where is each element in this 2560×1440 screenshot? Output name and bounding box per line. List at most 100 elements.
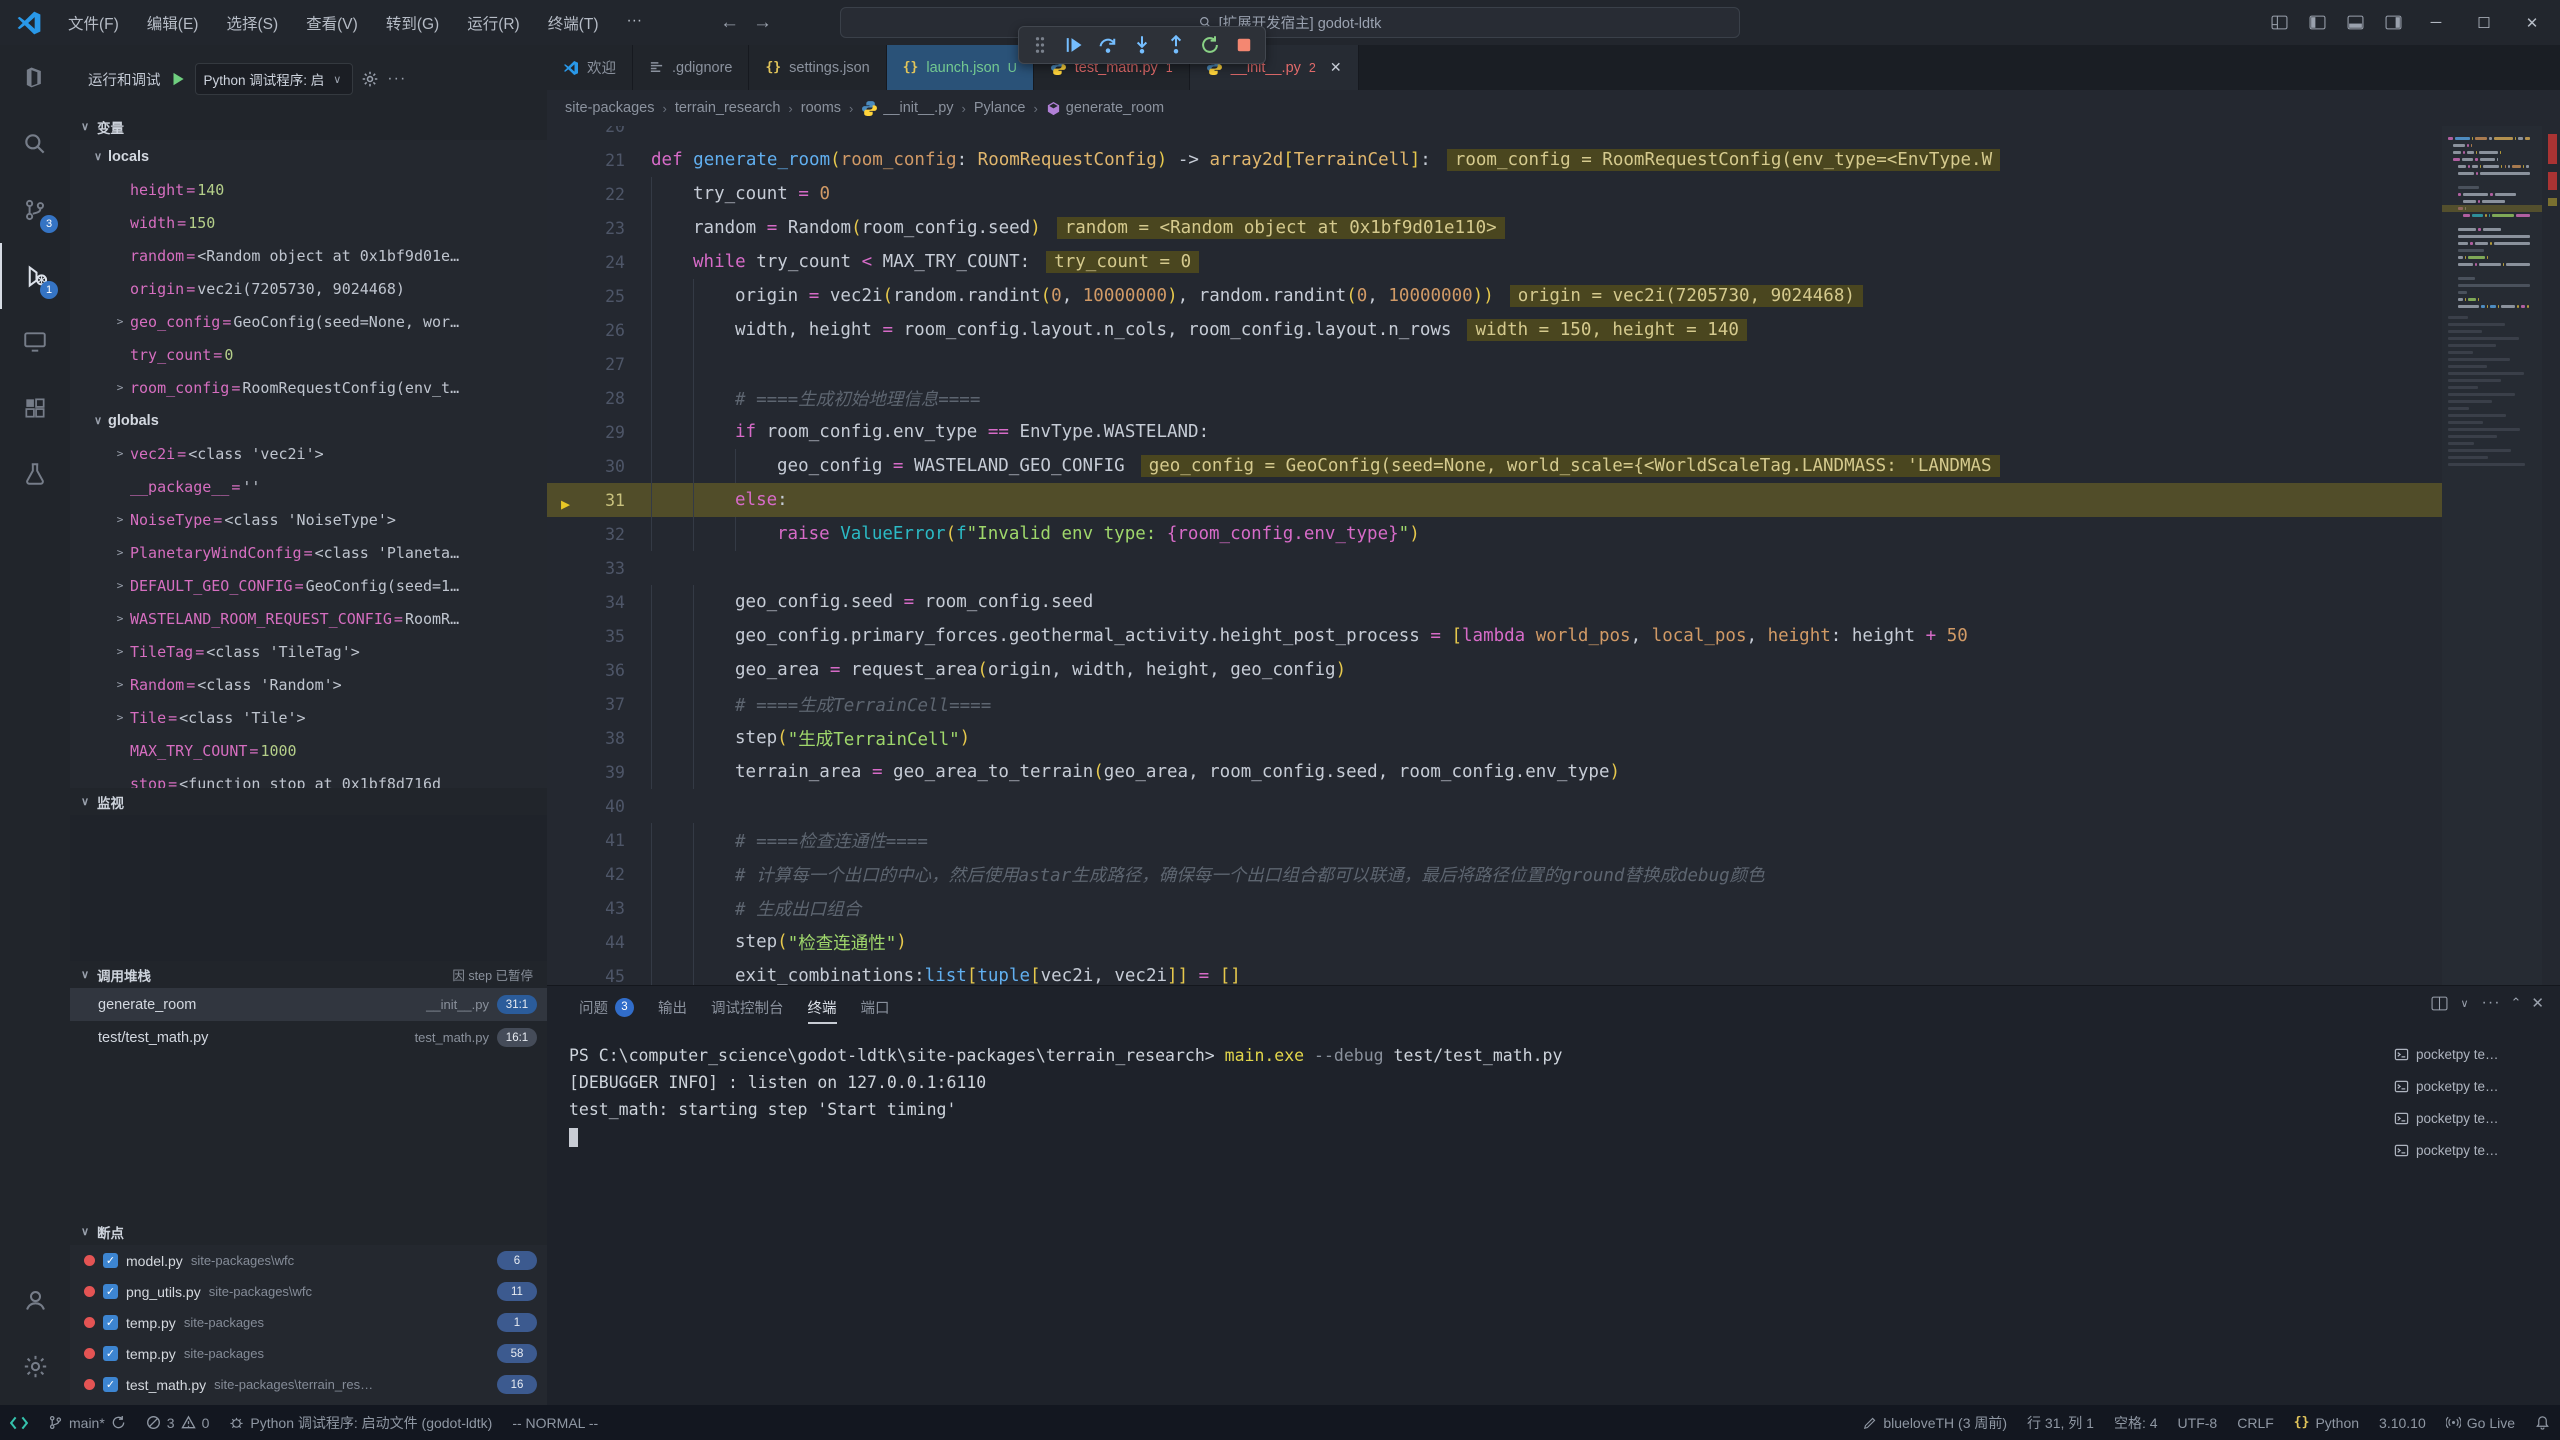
callstack-frame[interactable]: generate_room__init__.py31:1 [70, 988, 547, 1021]
menu-item-0[interactable]: 文件(F) [56, 7, 131, 39]
code-line-33[interactable]: 33 [547, 551, 2442, 585]
breadcrumb-item[interactable]: Pylance [974, 100, 1026, 116]
status----NORMAL---[interactable]: -- NORMAL -- [502, 1405, 608, 1440]
step-out-icon[interactable] [1159, 29, 1193, 61]
back-icon[interactable]: ← [720, 12, 739, 34]
code-line-35[interactable]: 35geo_config.primary_forces.geothermal_a… [547, 619, 2442, 653]
breadcrumb-item[interactable]: rooms [801, 100, 841, 116]
menu-item-7[interactable]: ··· [615, 7, 655, 39]
status-3-10-10[interactable]: 3.10.10 [2369, 1405, 2436, 1440]
activity-testing[interactable] [0, 441, 70, 507]
activity-extensions[interactable] [0, 375, 70, 441]
breakpoint-row[interactable]: ✓test_math.pysite-packages\terrain_res…1… [70, 1369, 547, 1400]
code-editor[interactable]: 2021def generate_room(room_config: RoomR… [547, 126, 2560, 985]
variables-scope[interactable]: ∨globals [70, 404, 547, 437]
breakpoint-checkbox[interactable]: ✓ [103, 1284, 118, 1299]
activity-run-debug[interactable]: 1 [0, 243, 70, 309]
breadcrumb[interactable]: site-packages›terrain_research›rooms›__i… [547, 90, 2560, 126]
status-remote[interactable] [0, 1405, 38, 1440]
code-line-27[interactable]: 27 [547, 347, 2442, 381]
customize-layout-icon[interactable] [2262, 8, 2296, 38]
variable-row[interactable]: __package__ = '' [70, 470, 547, 503]
variable-row[interactable]: >PlanetaryWindConfig = <class 'Planeta… [70, 536, 547, 569]
terminal-tab-item[interactable]: pocketpy te… [2386, 1038, 2556, 1070]
code-line-41[interactable]: 41# ====检查连通性==== [547, 823, 2442, 857]
panel-tab-终端[interactable]: 终端 [798, 989, 847, 1026]
toggle-panel-icon[interactable] [2338, 8, 2372, 38]
breadcrumb-item[interactable]: generate_room [1046, 100, 1164, 116]
breakpoint-checkbox[interactable]: ✓ [103, 1315, 118, 1330]
section-header-watch[interactable]: ∨ 监视 [70, 788, 547, 815]
maximize-button[interactable]: ☐ [2462, 0, 2506, 45]
terminal-tab-item[interactable]: pocketpy te… [2386, 1102, 2556, 1134]
terminal-tab-item[interactable]: pocketpy te… [2386, 1134, 2556, 1166]
code-line-39[interactable]: 39terrain_area = geo_area_to_terrain(geo… [547, 755, 2442, 789]
breakpoint-row[interactable]: ✓temp.pysite-packages58 [70, 1338, 547, 1369]
toggle-sidebar-icon[interactable] [2300, 8, 2334, 38]
command-center-search[interactable]: [扩展开发宿主] godot-ldtk [840, 7, 1740, 38]
code-line-38[interactable]: 38step("生成TerrainCell") [547, 721, 2442, 755]
variable-row[interactable]: origin = vec2i(7205730, 9024468) [70, 272, 547, 305]
callstack-frame[interactable]: test/test_math.pytest_math.py16:1 [70, 1021, 547, 1054]
menu-item-2[interactable]: 选择(S) [214, 7, 290, 39]
variable-row[interactable]: stop = <function stop at 0x1bf8d716d [70, 767, 547, 788]
breakpoint-checkbox[interactable]: ✓ [103, 1377, 118, 1392]
variable-row[interactable]: >DEFAULT_GEO_CONFIG = GeoConfig(seed=1… [70, 569, 547, 602]
activity-source-control[interactable]: 3 [0, 177, 70, 243]
status-UTF-8[interactable]: UTF-8 [2168, 1405, 2228, 1440]
status-Python[interactable]: {}Python [2284, 1405, 2369, 1440]
minimize-button[interactable]: ─ [2414, 0, 2458, 45]
variable-row[interactable]: width = 150 [70, 206, 547, 239]
activity-explorer[interactable] [0, 45, 70, 111]
debug-start-icon[interactable] [169, 70, 187, 88]
toggle-secondary-sidebar-icon[interactable] [2376, 8, 2410, 38]
code-line-36[interactable]: 36geo_area = request_area(origin, width,… [547, 653, 2442, 687]
variable-row[interactable]: try_count = 0 [70, 338, 547, 371]
tab-settings.json[interactable]: {}settings.json [749, 45, 886, 90]
variable-row[interactable]: >vec2i = <class 'vec2i'> [70, 437, 547, 470]
status-Python-调试程序--启动文件-[interactable]: Python 调试程序: 启动文件 (godot-ldtk) [219, 1405, 502, 1440]
status-Go-Live[interactable]: Go Live [2436, 1405, 2525, 1440]
terminal-output[interactable]: PS C:\computer_science\godot-ldtk\site-p… [569, 1042, 2370, 1395]
panel-tab-调试控制台[interactable]: 调试控制台 [701, 989, 794, 1026]
breakpoint-checkbox[interactable]: ✓ [103, 1346, 118, 1361]
tab-.gdignore[interactable]: .gdignore [633, 45, 749, 90]
variable-row[interactable]: >WASTELAND_ROOM_REQUEST_CONFIG = RoomR… [70, 602, 547, 635]
status-main-[interactable]: main* [38, 1405, 136, 1440]
breakpoint-row[interactable]: ✓model.pysite-packages\wfc6 [70, 1245, 547, 1276]
code-line-20[interactable]: 20 [547, 126, 2442, 143]
section-header-breakpoints[interactable]: ∨ 断点 [70, 1218, 547, 1245]
stop-icon[interactable] [1227, 29, 1261, 61]
gear-icon[interactable] [361, 70, 379, 88]
menu-item-4[interactable]: 转到(G) [374, 7, 451, 39]
split-terminal-icon[interactable] [2431, 995, 2448, 1012]
more-actions-icon[interactable]: ··· [387, 70, 406, 88]
status-bell[interactable] [2525, 1405, 2560, 1440]
variable-row[interactable]: random = <Random object at 0x1bf9d01e… [70, 239, 547, 272]
code-line-26[interactable]: 26width, height = room_config.layout.n_c… [547, 313, 2442, 347]
code-line-23[interactable]: 23random = Random(room_config.seed)rando… [547, 211, 2442, 245]
code-line-30[interactable]: 30geo_config = WASTELAND_GEO_CONFIGgeo_c… [547, 449, 2442, 483]
terminal-tab-item[interactable]: pocketpy te… [2386, 1070, 2556, 1102]
activity-remote-explorer[interactable] [0, 309, 70, 375]
status-行-31--列-1[interactable]: 行 31, 列 1 [2017, 1405, 2104, 1440]
code-line-42[interactable]: 42# 计算每一个出口的中心，然后使用astar生成路径，确保每一个出口组合都可… [547, 857, 2442, 891]
restart-icon[interactable] [1193, 29, 1227, 61]
code-line-25[interactable]: 25origin = vec2i(random.randint(0, 10000… [547, 279, 2442, 313]
code-line-31[interactable]: 31▶else: [547, 483, 2442, 517]
status-CRLF[interactable]: CRLF [2227, 1405, 2284, 1440]
code-line-28[interactable]: 28# ====生成初始地理信息==== [547, 381, 2442, 415]
code-line-43[interactable]: 43# 生成出口组合 [547, 891, 2442, 925]
code-line-22[interactable]: 22try_count = 0 [547, 177, 2442, 211]
tab-launch.json[interactable]: {}launch.jsonU [887, 45, 1034, 90]
section-header-callstack[interactable]: ∨ 调用堆栈 因 step 已暂停 [70, 961, 547, 988]
variables-scope[interactable]: ∨locals [70, 140, 547, 173]
status-3[interactable]: 30 [136, 1405, 220, 1440]
breakpoint-row[interactable]: ✓temp.pysite-packages1 [70, 1307, 547, 1338]
menu-item-3[interactable]: 查看(V) [294, 7, 370, 39]
breakpoint-checkbox[interactable]: ✓ [103, 1253, 118, 1268]
menu-item-6[interactable]: 终端(T) [536, 7, 611, 39]
close-button[interactable]: ✕ [2510, 0, 2554, 45]
breadcrumb-item[interactable]: site-packages [565, 100, 654, 116]
forward-icon[interactable]: → [753, 12, 772, 34]
